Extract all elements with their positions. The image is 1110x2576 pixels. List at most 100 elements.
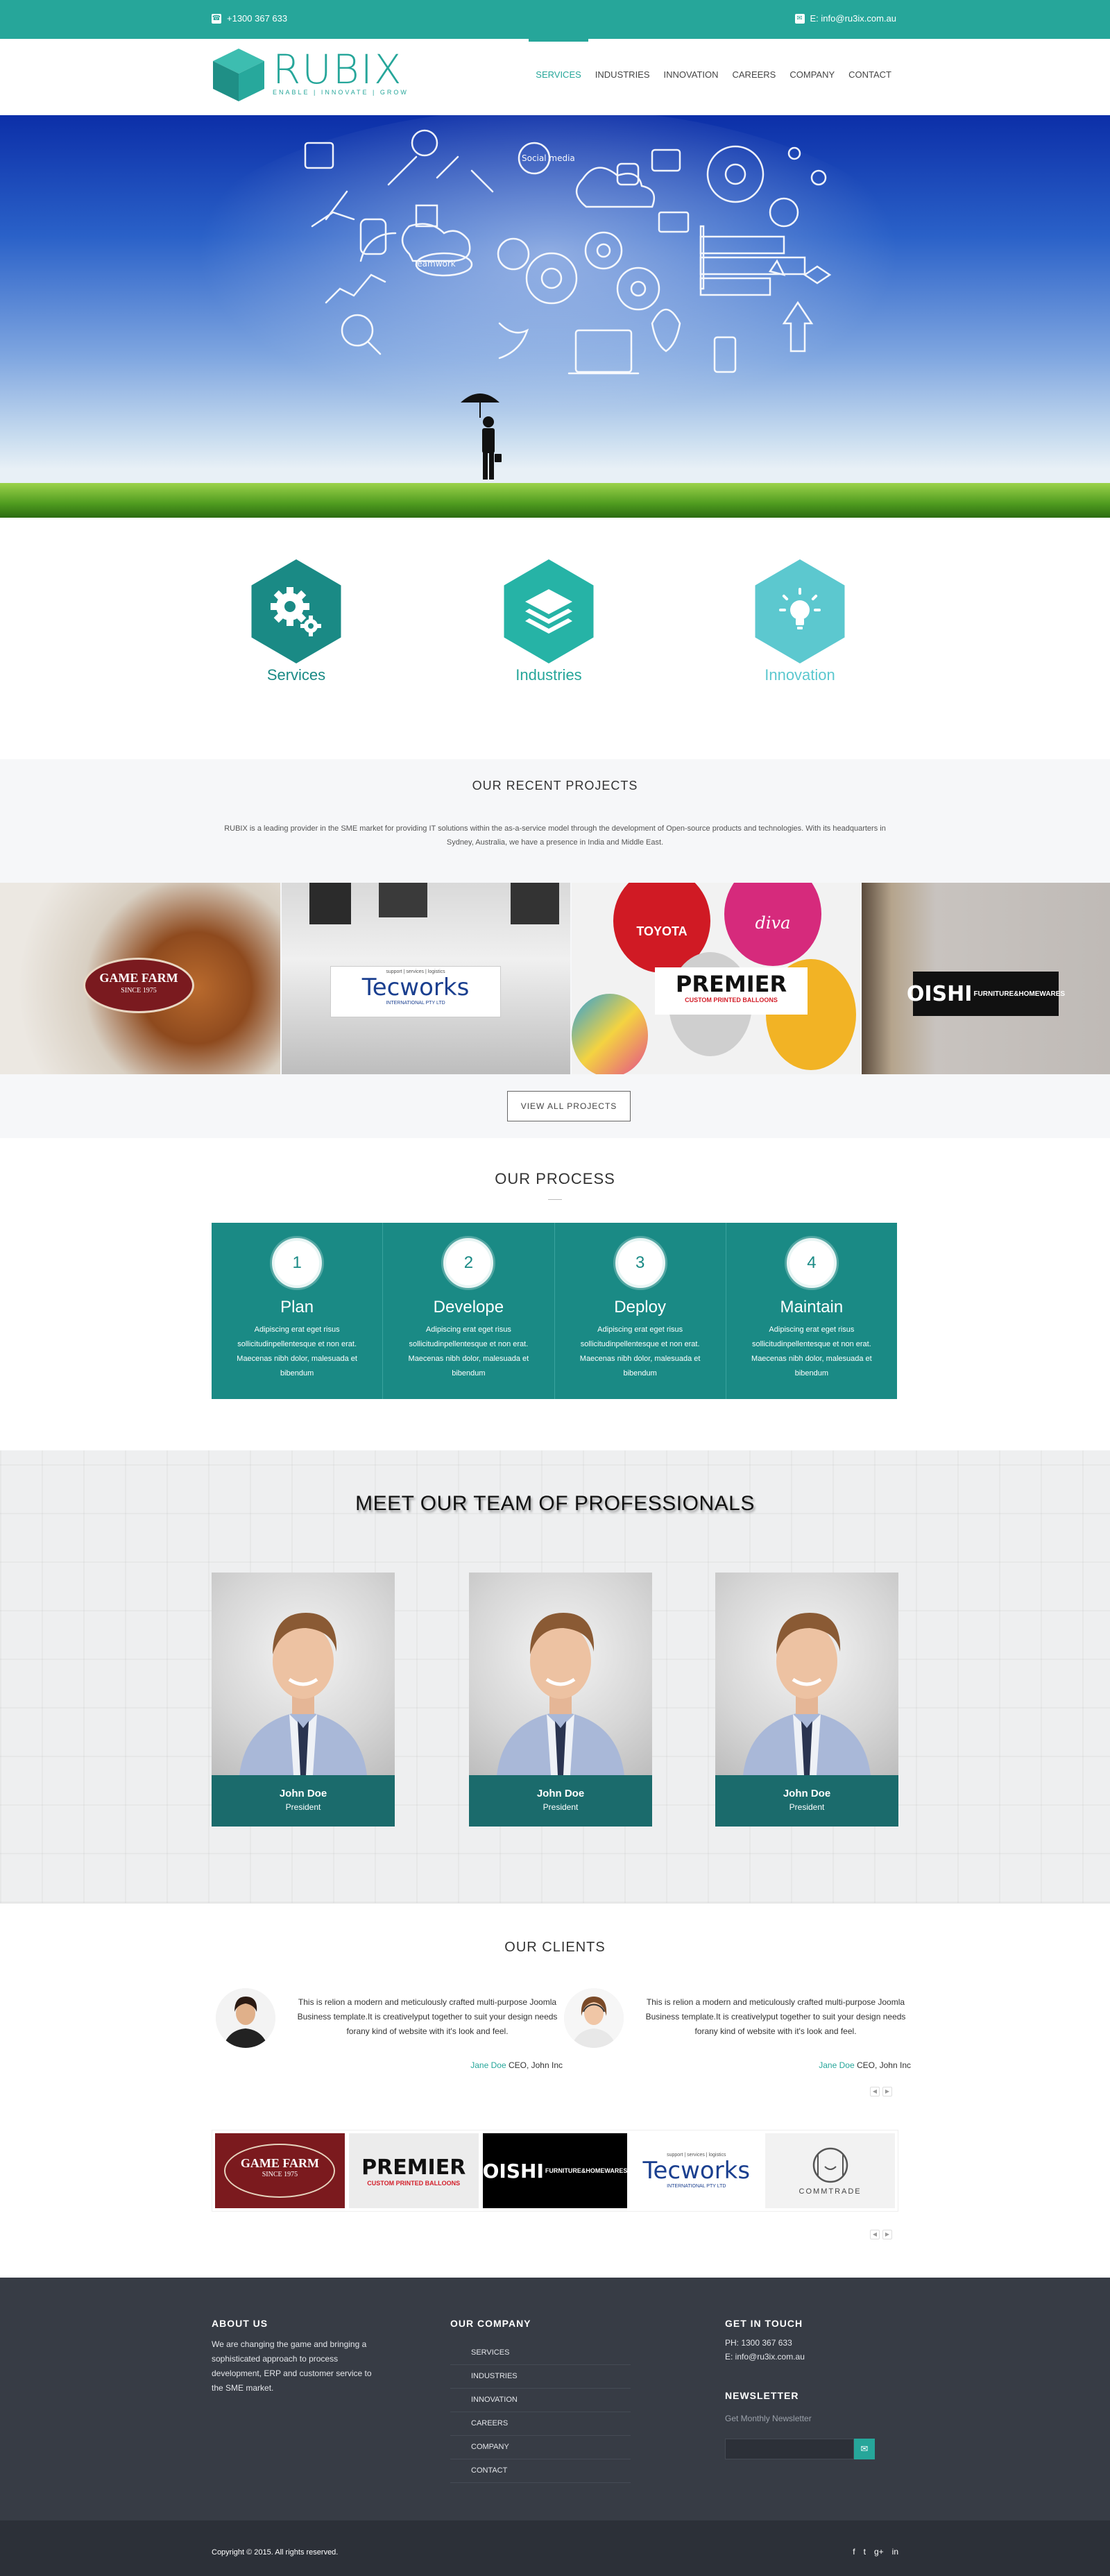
twitter-icon[interactable]: t [864,2547,866,2557]
member-photo [715,1573,898,1775]
nav-services[interactable]: SERVICES [529,39,588,115]
nav-industries[interactable]: INDUSTRIES [588,39,657,115]
hero-banner: Social media Teamwork [0,115,1110,518]
member-info-bar: John Doe President [469,1775,652,1827]
premier-logo-name: PREMIER [675,971,787,997]
team-member-card[interactable]: John Doe President [469,1573,652,1827]
client-logo-name: GAME FARM [240,2156,319,2170]
facebook-icon[interactable]: f [853,2547,855,2557]
process-step: 3 Deploy Adipiscing erat eget risus soll… [555,1223,726,1399]
client-logo-sub: INTERNATIONAL PTY LTD [667,2184,726,2189]
newsletter-email-input[interactable] [725,2439,854,2459]
footer-about-text: We are changing the game and bringing a … [212,2339,372,2393]
linkedin-icon[interactable]: in [892,2547,898,2557]
client-logo-premier[interactable]: PREMIER CUSTOM PRINTED BALLOONS [348,2133,479,2208]
next-arrow-icon[interactable]: ▶ [882,2087,892,2096]
client-logo-name: Tecworks [642,2157,751,2185]
testimonial-author[interactable]: Jane Doe [819,2060,854,2070]
logo-wordmark: RUBIX [273,46,403,93]
nav-company[interactable]: COMPANY [783,39,842,115]
process-steps: 1 Plan Adipiscing erat eget risus sollic… [212,1223,897,1399]
process-step: 2 Develope Adipiscing erat eget risus so… [383,1223,555,1399]
footer-company: OUR COMPANY SERVICES INDUSTRIES INNOVATI… [450,2318,631,2483]
site-logo[interactable]: RUBIX ENABLE | INNOVATE | GROW [212,47,409,103]
footer-link-company[interactable]: COMPANY [450,2436,631,2459]
prev-arrow-icon[interactable]: ◀ [870,2087,880,2096]
client-logo-name: PREMIER [361,2155,466,2180]
topbar-email[interactable]: ✉ E: info@ru3ix.com.au [794,13,896,24]
cube-logo-icon [213,49,264,101]
testimonial-company: CEO, John Inc [506,2060,563,2070]
person-silhouette-illustration [743,1613,871,1775]
tecworks-logo-sub: INTERNATIONAL PTY LTD [386,1001,445,1006]
step-title: Maintain [780,1298,844,1316]
team-member-card[interactable]: John Doe President [715,1573,898,1827]
footer-newsletter-subtitle: Get Monthly Newsletter [725,2414,812,2423]
client-logo-sub: SINCE 1975 [262,2171,298,2178]
member-info-bar: John Doe President [212,1775,395,1827]
main-nav: SERVICES INDUSTRIES INNOVATION CAREERS C… [529,39,898,115]
project-card-gamefarm[interactable]: GAME FARM SINCE 1975 [0,883,280,1074]
client-logo-gamefarm[interactable]: GAME FARM SINCE 1975 [215,2133,345,2208]
google-plus-icon[interactable]: g+ [874,2547,884,2557]
feature-innovation[interactable]: Innovation [731,559,869,684]
member-photo [469,1573,652,1775]
project-card-tecworks[interactable]: support | services | logistics Tecworks … [282,883,570,1074]
prev-arrow-icon[interactable]: ◀ [870,2230,880,2239]
monitor-shape [379,883,427,917]
feature-services-label: Services [266,666,326,684]
view-all-projects-button[interactable]: VIEW ALL PROJECTS [507,1091,631,1121]
process-step: 1 Plan Adipiscing erat eget risus sollic… [212,1223,384,1399]
process-section: OUR PROCESS 1 Plan Adipiscing erat eget … [0,1138,1110,1450]
footer-about: ABOUT US We are changing the game and br… [212,2318,385,2396]
grass-horizon [0,483,1110,518]
footer-link-contact[interactable]: CONTACT [450,2459,631,2483]
testimonial-avatar [564,1988,624,2048]
projects-title: OUR RECENT PROJECTS [472,779,638,793]
tecworks-logo: support | services | logistics Tecworks … [330,966,501,1017]
project-card-premier[interactable]: TOYOTA diva PREMIER CUSTOM PRINTED BALLO… [572,883,860,1074]
step-number: 2 [443,1238,494,1288]
newsletter-form: ✉ [725,2439,898,2459]
step-text: Adipiscing erat eget risus sollicitudinp… [408,1325,529,1378]
copyright-text: Copyright © 2015. All rights reserved. [212,2548,339,2557]
toyota-balloon-text: TOYOTA [636,924,688,938]
testimonial-author[interactable]: Jane Doe [470,2060,506,2070]
oishi-logo-sub: FURNITURE&HOMEWARES [973,990,1066,998]
nav-contact[interactable]: CONTACT [842,39,898,115]
nav-innovation[interactable]: INNOVATION [657,39,726,115]
client-logos-strip: GAME FARM SINCE 1975 PREMIER CUSTOM PRIN… [212,2130,898,2212]
topbar-phone-text: +1300 367 633 [227,13,288,24]
testimonial-byline: Jane Doe CEO, John Inc [470,2060,563,2070]
diva-balloon-text: diva [755,913,791,933]
footer-contact-title: GET IN TOUCH [725,2318,803,2329]
process-title: OUR PROCESS [495,1170,615,1187]
client-logo-oishi[interactable]: OISHI FURNITURE&HOMEWARES [482,2133,628,2208]
next-arrow-icon[interactable]: ▶ [882,2230,892,2239]
clients-section: OUR CLIENTS This is relion a modern and … [0,1903,1110,2278]
process-step: 4 Maintain Adipiscing erat eget risus so… [726,1223,897,1399]
feature-industries[interactable]: Industries [479,559,618,684]
footer-link-careers[interactable]: CAREERS [450,2412,631,2436]
footer-links-list: SERVICES INDUSTRIES INNOVATION CAREERS C… [450,2341,631,2483]
site-footer: ABOUT US We are changing the game and br… [0,2278,1110,2520]
top-bar: ☎ +1300 367 633 ✉ E: info@ru3ix.com.au [0,0,1110,39]
footer-link-industries[interactable]: INDUSTRIES [450,2365,631,2389]
footer-link-services[interactable]: SERVICES [450,2341,631,2365]
client-logo-commtrade[interactable]: COMMTRADE [765,2133,895,2208]
monitor-shape [511,883,559,924]
feature-services[interactable]: Services [227,559,366,684]
footer-link-innovation[interactable]: INNOVATION [450,2389,631,2412]
team-member-card[interactable]: John Doe President [212,1573,395,1827]
diva-balloon: diva [724,883,821,966]
logo-carousel-controls: ◀ ▶ [870,2230,892,2239]
footer-contact: GET IN TOUCH PH: 1300 367 633 E: info@ru… [725,2318,898,2459]
footer-contact-email[interactable]: E: info@ru3ix.com.au [725,2350,898,2364]
nav-careers[interactable]: CAREERS [726,39,783,115]
topbar-phone[interactable]: ☎ +1300 367 633 [212,13,287,24]
mail-icon[interactable]: ✉ [854,2439,875,2459]
person-silhouette-illustration [239,1613,367,1775]
client-logo-tecworks[interactable]: support | services | logistics Tecworks … [631,2133,762,2208]
client-logo-sub: CUSTOM PRINTED BALLOONS [367,2179,461,2187]
project-card-oishi[interactable]: OISHI FURNITURE&HOMEWARES [862,883,1110,1074]
